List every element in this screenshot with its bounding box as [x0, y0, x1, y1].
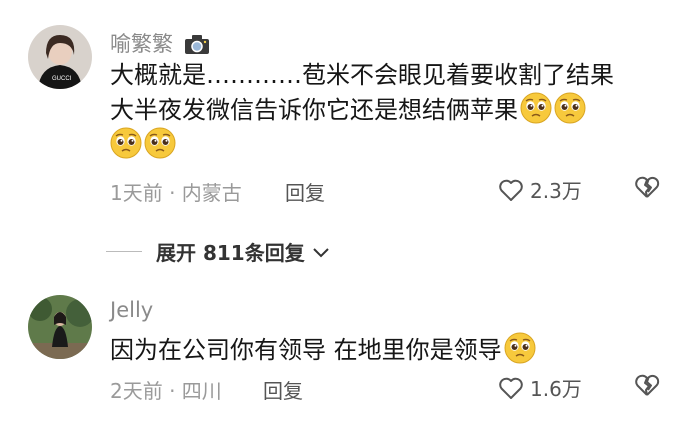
camera-icon	[184, 33, 210, 60]
pleading-face-emoji-icon	[110, 127, 142, 159]
avatar[interactable]: GUCCI	[28, 25, 92, 89]
username[interactable]: Jelly	[110, 298, 153, 322]
comment-text: 大概就是…………苞米不会眼见着要收割了结果 大半夜发微信告诉你它还是想结俩苹果	[110, 58, 614, 162]
like-count: 2.3万	[530, 179, 582, 203]
chevron-down-icon	[313, 247, 329, 257]
dislike-button[interactable]	[634, 175, 660, 203]
username[interactable]: 喻繁繁	[110, 28, 210, 60]
pleading-face-emoji-icon	[520, 92, 552, 124]
reply-button[interactable]: 回复	[285, 177, 325, 206]
broken-heart-icon	[635, 374, 660, 396]
like-button[interactable]: 2.3万	[498, 175, 582, 204]
divider-line	[106, 251, 142, 252]
avatar[interactable]	[28, 295, 92, 359]
pleading-face-emoji-icon	[144, 127, 176, 159]
like-count: 1.6万	[530, 377, 582, 401]
svg-text:GUCCI: GUCCI	[52, 76, 72, 82]
broken-heart-icon	[635, 176, 660, 198]
pleading-face-emoji-icon	[504, 332, 536, 364]
comment-meta: 2天前 · 四川	[110, 379, 222, 403]
pleading-face-emoji-icon	[554, 92, 586, 124]
expand-replies-button[interactable]: 展开 811条回复	[106, 237, 331, 266]
dislike-button[interactable]	[634, 373, 660, 401]
comment-meta: 1天前 · 内蒙古	[110, 181, 242, 205]
reply-button[interactable]: 回复	[263, 375, 303, 404]
comment-line-1: 因为在公司你有领导 在地里你是领导	[110, 336, 502, 364]
comment-line-1: 大概就是…………苞米不会眼见着要收割了结果	[110, 61, 614, 89]
like-button[interactable]: 1.6万	[498, 373, 582, 402]
expand-replies-label[interactable]: 展开 811条回复	[156, 237, 305, 266]
username-text[interactable]: 喻繁繁	[110, 32, 173, 56]
comment-text: 因为在公司你有领导 在地里你是领导	[110, 332, 536, 367]
heart-outline-icon	[499, 179, 523, 201]
comment-line-2: 大半夜发微信告诉你它还是想结俩苹果	[110, 96, 518, 124]
heart-outline-icon	[499, 377, 523, 399]
